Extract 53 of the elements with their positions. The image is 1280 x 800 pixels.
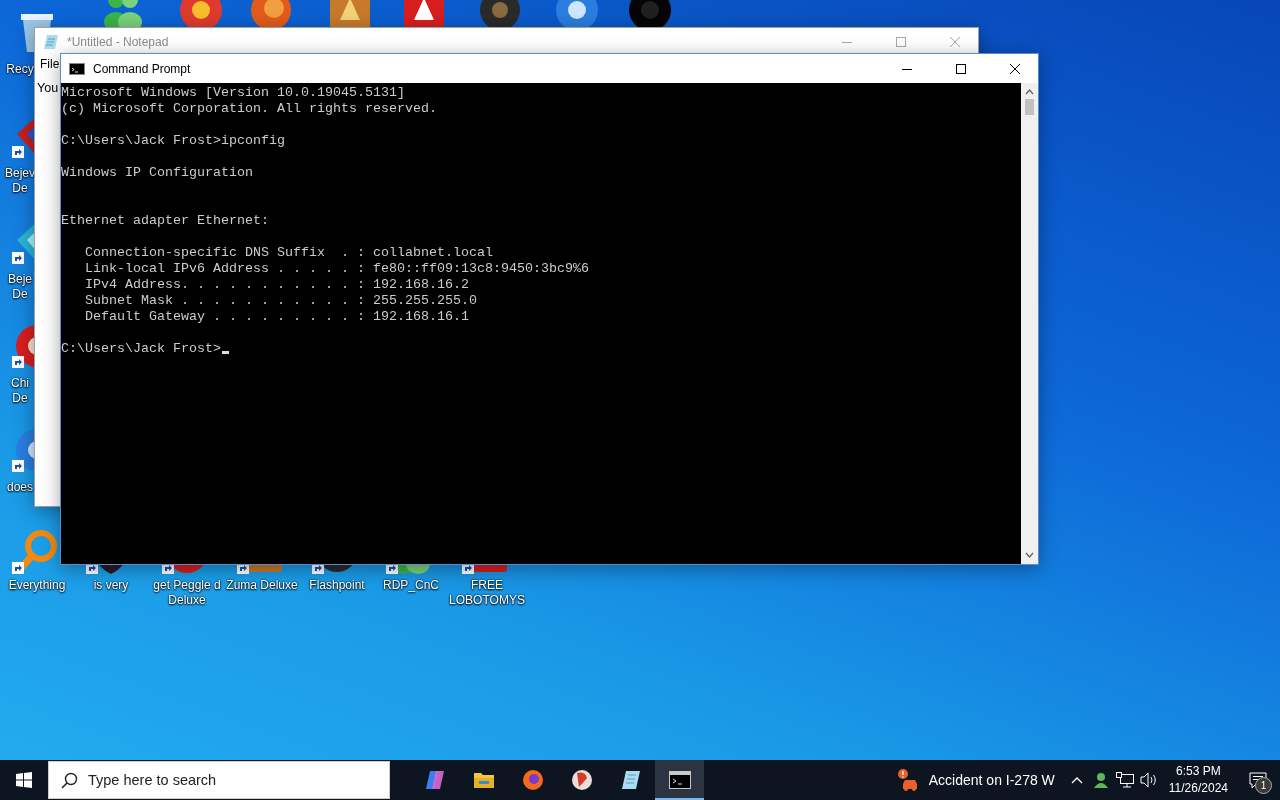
desktop-icon-label[interactable]: is very (93, 578, 129, 593)
console-line: Windows IP Configuration (61, 165, 253, 180)
console-line: C:\Users\Jack Frost> (61, 341, 221, 356)
scroll-thumb[interactable] (1025, 99, 1034, 115)
desktop-icon-label[interactable]: Bejev De (5, 166, 35, 196)
desktop-icon-label[interactable]: FREE LOBOTOMYS (449, 578, 525, 608)
desktop-icon-label[interactable]: Everything (8, 578, 66, 593)
network-icon (1115, 772, 1134, 788)
search-field[interactable]: Type here to search (48, 761, 390, 799)
console-line: C:\Users\Jack Frost>ipconfig (61, 133, 285, 148)
desktop-icon-label[interactable]: get Peggle d Deluxe (150, 578, 224, 608)
document-text: You (36, 80, 60, 97)
chevron-up-icon (1070, 776, 1083, 784)
notifications-button[interactable]: 1 (1236, 760, 1280, 800)
console-line: Default Gateway . . . . . . . . . : 192.168.16.1 (84, 309, 469, 324)
maximize-icon (956, 63, 966, 74)
console-line: Link-local IPv6 Address . . . . . : fe80::ff09:13c8:9450:3bc9%6 (84, 261, 589, 276)
person-icon (1092, 772, 1109, 788)
clock[interactable]: 6:53 PM 11/26/2024 (1160, 760, 1236, 800)
menu-item[interactable]: File (40, 57, 60, 71)
taskbar-app[interactable] (655, 760, 704, 800)
windows-logo-icon (16, 772, 32, 788)
desktop-icon-label[interactable]: Flashpoint (309, 578, 365, 593)
speaker-icon (1139, 772, 1158, 788)
desktop-icon-label[interactable]: Zuma Deluxe (226, 578, 298, 593)
console-line: Microsoft Windows [Version 10.0.19045.5131] (61, 85, 405, 100)
notepad-icon (43, 33, 59, 50)
desktop-icon-label[interactable]: Chi De (5, 376, 35, 406)
folder-icon (472, 770, 495, 790)
scrollbar[interactable] (1021, 83, 1038, 564)
news-widget[interactable]: Accident on I-278 W (886, 760, 1065, 800)
desktop-icon-label[interactable]: Recy (5, 62, 35, 77)
message-icon (1249, 771, 1267, 789)
maximize-icon (896, 36, 906, 47)
console-line: (c) Microsoft Corporation. All rights reserved. (61, 101, 437, 116)
window-title: Command Prompt (93, 61, 192, 76)
console-line: Subnet Mask . . . . . . . . . . . : 255.255.255.0 (84, 293, 477, 308)
console-icon (668, 771, 691, 789)
desktop-icon-label[interactable]: Beje De (5, 272, 35, 302)
notepad-icon (619, 769, 642, 791)
search-icon (61, 771, 78, 789)
console-line: IPv4 Address. . . . . . . . . . . : 192.168.16.2 (84, 277, 469, 292)
desktop-icon-label[interactable]: RDP_CnC (383, 578, 439, 593)
scroll-up-icon (1025, 89, 1034, 95)
console-icon (69, 62, 85, 75)
notification-count: 1 (1255, 777, 1272, 794)
console-line: Connection-specific DNS Suffix . : collabnet.local (84, 245, 493, 260)
window-title: *Untitled - Notepad (67, 34, 170, 49)
close-icon (950, 36, 960, 47)
desktop-icon-label[interactable]: does (5, 480, 35, 495)
close-icon (1010, 63, 1020, 74)
console-line: Ethernet adapter Ethernet: (61, 213, 269, 228)
scroll-down-icon (1025, 552, 1034, 558)
